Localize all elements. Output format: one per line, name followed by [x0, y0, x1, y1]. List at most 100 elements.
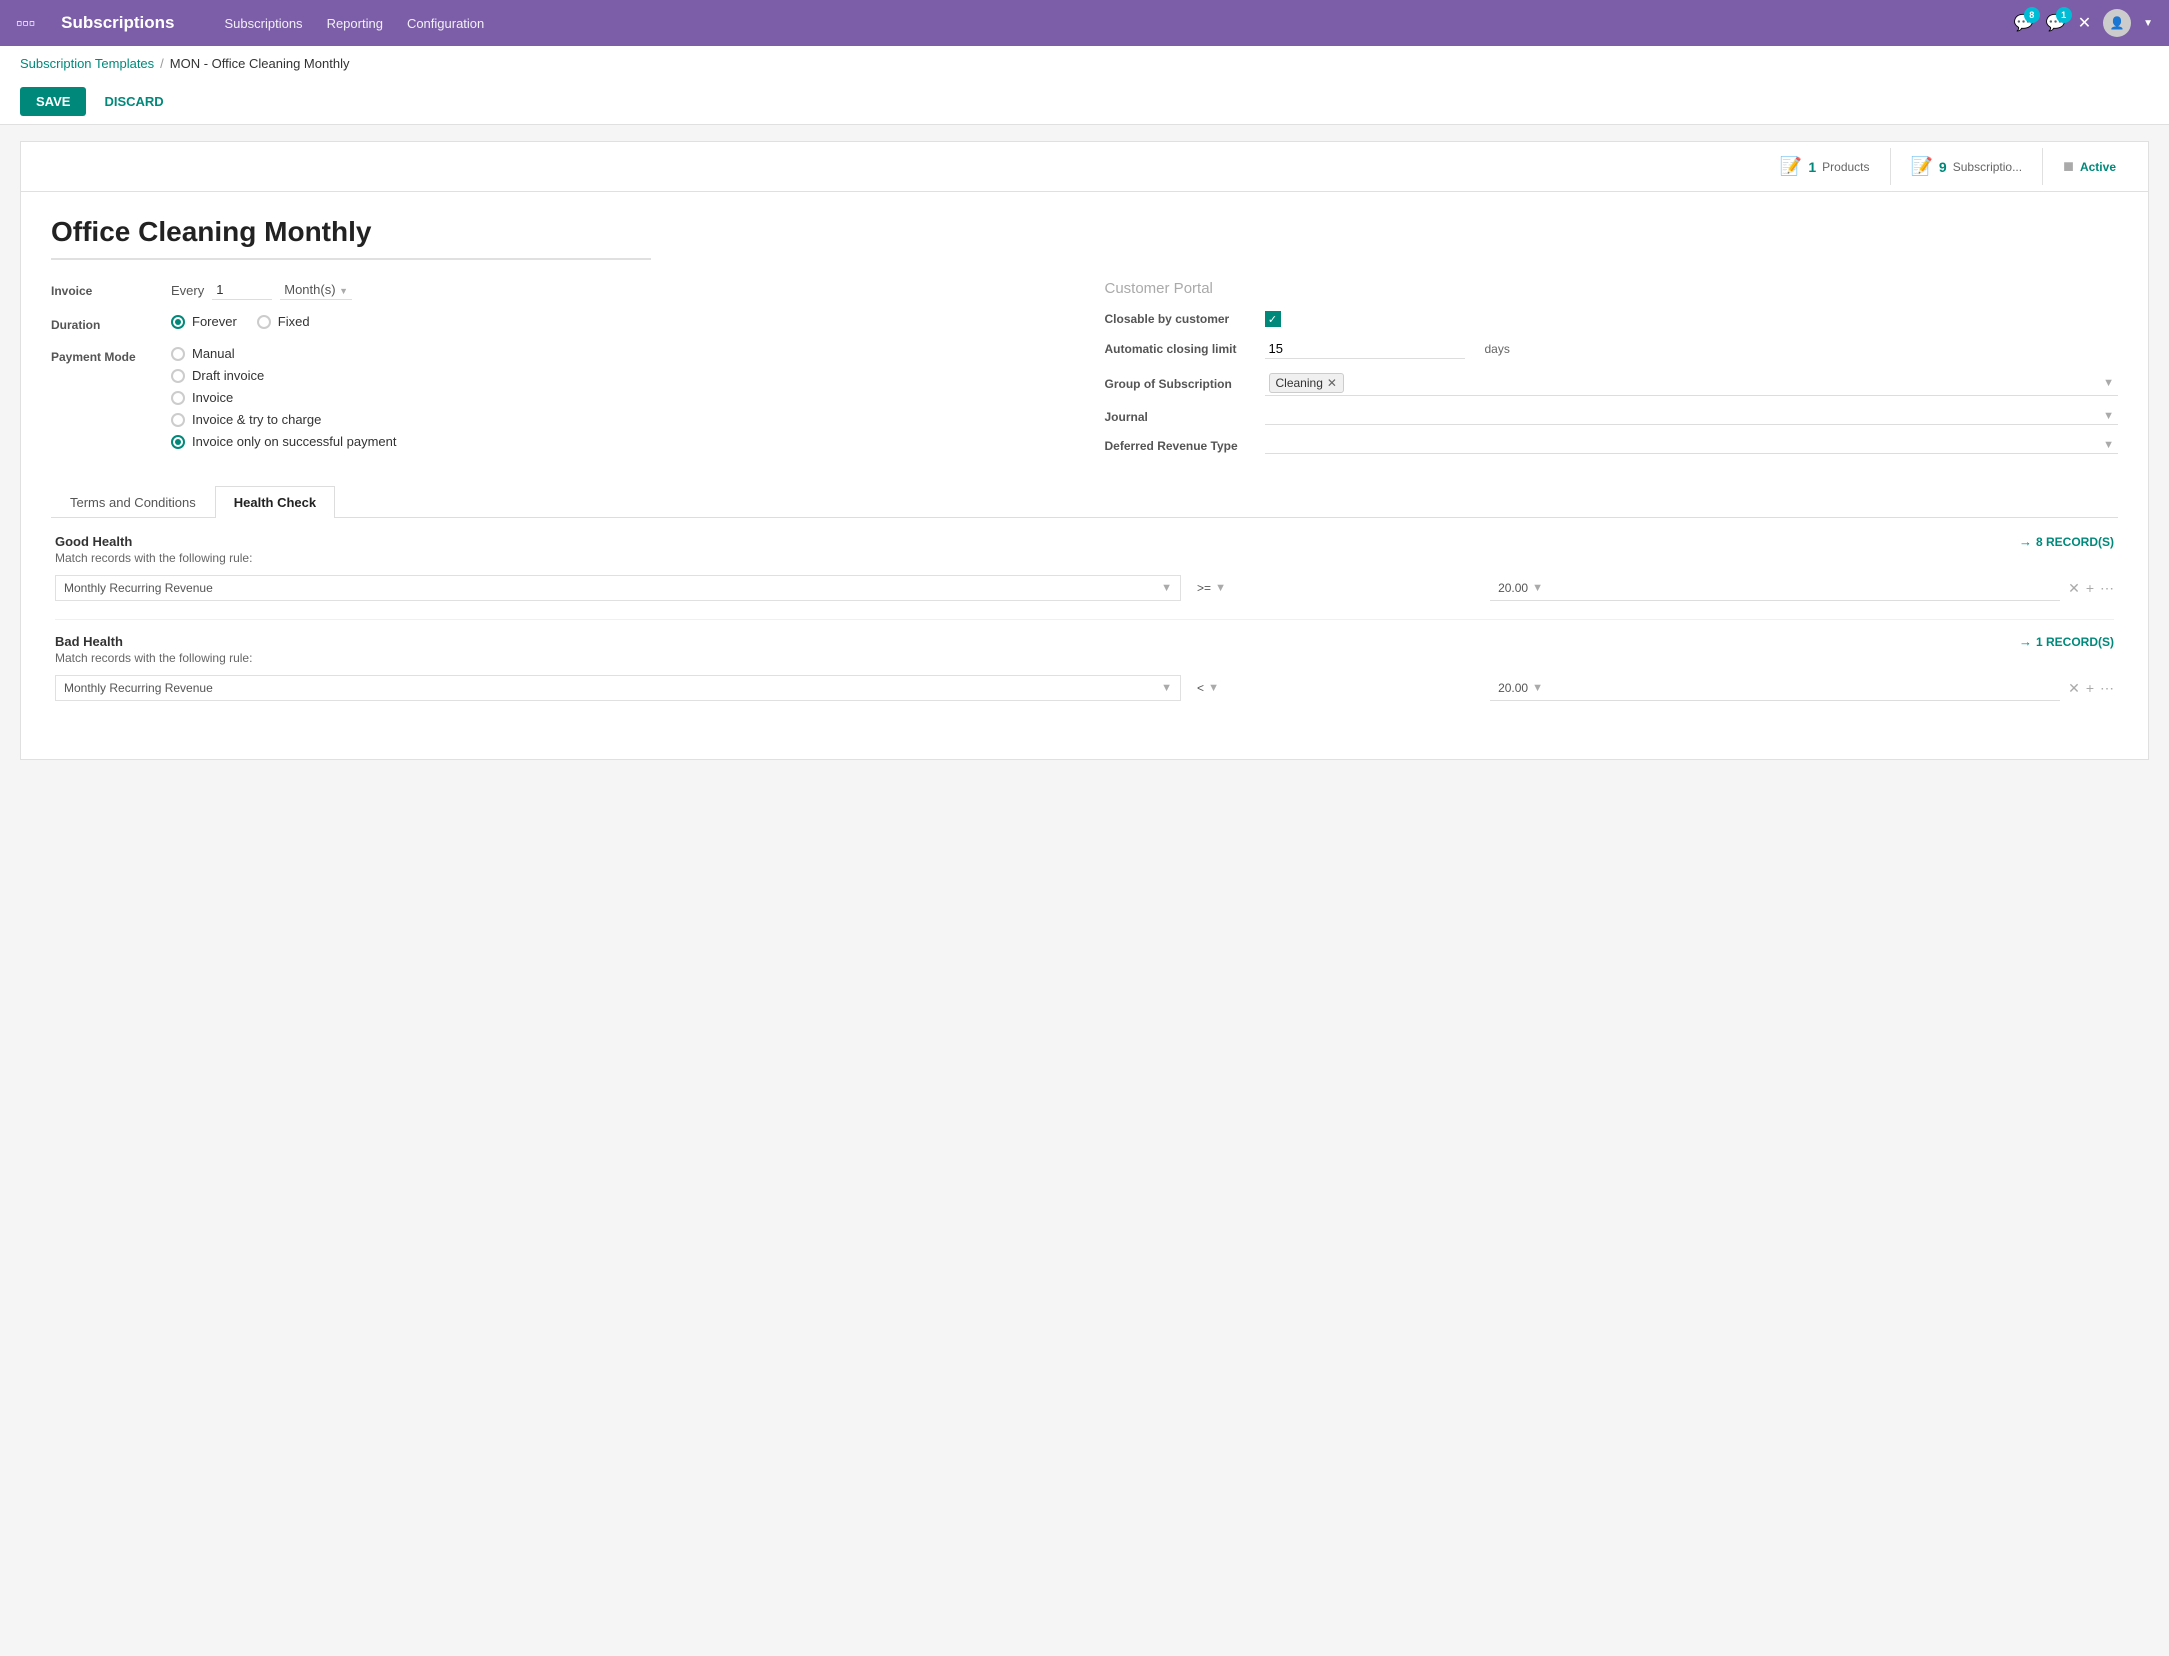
bad-health-section: Bad Health Match records with the follow… [55, 634, 2114, 701]
breadcrumb: Subscription Templates / MON - Office Cl… [20, 56, 2149, 71]
chat-badge: 1 [2056, 7, 2072, 23]
discard-button[interactable]: DISCARD [96, 87, 171, 116]
save-button[interactable]: SAVE [20, 87, 86, 116]
app-title: Subscriptions [61, 13, 174, 33]
good-rule-delete[interactable]: ✕ [2068, 580, 2080, 597]
action-bar: SAVE DISCARD [20, 79, 2149, 124]
good-rule-val[interactable]: 20.00 ▼ [1490, 576, 2060, 601]
bad-field-arrow[interactable]: ▼ [1161, 682, 1172, 694]
customer-portal-title: Customer Portal [1105, 280, 2119, 297]
payment-manual[interactable]: Manual [171, 346, 1065, 361]
closing-limit-input[interactable] [1265, 339, 1465, 359]
duration-fixed-label: Fixed [278, 314, 310, 329]
group-dropdown[interactable]: Cleaning ✕ ▼ [1265, 371, 2119, 396]
journal-dropdown[interactable]: ▼ [1265, 408, 2119, 425]
closing-limit-unit: days [1485, 342, 1510, 356]
breadcrumb-parent[interactable]: Subscription Templates [20, 56, 154, 71]
bad-rule-row: Monthly Recurring Revenue ▼ < ▼ 20.00 ▼ [55, 675, 2114, 701]
payment-manual-radio[interactable] [171, 347, 185, 361]
products-label: Products [1822, 160, 1869, 174]
closing-limit-label: Automatic closing limit [1105, 342, 1255, 356]
nav-reporting[interactable]: Reporting [327, 16, 383, 31]
invoice-field-row: Invoice Every 1 Month(s) ▼ [51, 280, 1065, 300]
journal-dropdown-arrow[interactable]: ▼ [2103, 410, 2114, 422]
bad-rule-val[interactable]: 20.00 ▼ [1490, 676, 2060, 701]
tab-health-check[interactable]: Health Check [215, 486, 335, 518]
duration-fixed-option[interactable]: Fixed [257, 314, 310, 329]
bad-op-arrow[interactable]: ▼ [1208, 682, 1219, 694]
tab-terms[interactable]: Terms and Conditions [51, 486, 215, 518]
main-content: 📝 1 Products 📝 9 Subscriptio... ■ Active… [0, 125, 2169, 776]
close-icon[interactable]: ✕ [2078, 13, 2091, 33]
group-label: Group of Subscription [1105, 377, 1255, 391]
bad-rule-field[interactable]: Monthly Recurring Revenue ▼ [55, 675, 1181, 701]
avatar[interactable]: 👤 [2103, 9, 2131, 37]
bad-health-records: → 1 RECORD(S) [2019, 634, 2114, 649]
active-stat-button[interactable]: ■ Active [2042, 148, 2136, 185]
messages-icon[interactable]: 💬 8 [2014, 13, 2034, 33]
payment-field-row: Payment Mode Manual Draft invoice [51, 346, 1065, 449]
duration-fixed-radio[interactable] [257, 315, 271, 329]
invoice-unit-dropdown[interactable]: Month(s) ▼ [280, 280, 352, 300]
good-field-arrow[interactable]: ▼ [1161, 582, 1172, 594]
payment-try-charge-radio[interactable] [171, 413, 185, 427]
payment-invoice[interactable]: Invoice [171, 390, 1065, 405]
good-health-records: → 8 RECORD(S) [2019, 534, 2114, 549]
payment-draft[interactable]: Draft invoice [171, 368, 1065, 383]
subscriptions-stat-button[interactable]: 📝 9 Subscriptio... [1890, 148, 2043, 185]
good-rule-more[interactable]: ⋯ [2100, 580, 2114, 597]
form-title[interactable]: Office Cleaning Monthly [51, 216, 651, 260]
bad-rule-op[interactable]: < ▼ [1189, 676, 1482, 700]
good-val-arrow[interactable]: ▼ [1532, 582, 1543, 594]
grid-icon[interactable]: ▫▫▫ [16, 13, 35, 34]
payment-try-charge[interactable]: Invoice & try to charge [171, 412, 1065, 427]
bad-records-link[interactable]: 1 RECORD(S) [2036, 635, 2114, 649]
invoice-num-input[interactable]: 1 [212, 280, 272, 300]
group-field: Group of Subscription Cleaning ✕ ▼ [1105, 371, 2119, 396]
closing-limit-value: days [1265, 339, 2119, 359]
nav-links: Subscriptions Reporting Configuration [225, 16, 1994, 31]
invoice-label: Invoice [51, 280, 161, 298]
payment-successful-radio[interactable] [171, 435, 185, 449]
deferred-dropdown[interactable]: ▼ [1265, 437, 2119, 454]
payment-options-group: Manual Draft invoice Invoice [171, 346, 1065, 449]
group-tag: Cleaning ✕ [1269, 373, 1344, 393]
payment-successful[interactable]: Invoice only on successful payment [171, 434, 1065, 449]
group-tag-remove[interactable]: ✕ [1327, 376, 1337, 390]
group-dropdown-arrow[interactable]: ▼ [2103, 377, 2114, 389]
closable-checkbox[interactable]: ✓ [1265, 311, 1281, 327]
duration-forever-option[interactable]: Forever [171, 314, 237, 329]
bad-rule-delete[interactable]: ✕ [2068, 680, 2080, 697]
messages-badge: 8 [2024, 7, 2040, 23]
deferred-label: Deferred Revenue Type [1105, 439, 1255, 453]
good-rule-field[interactable]: Monthly Recurring Revenue ▼ [55, 575, 1181, 601]
chat-icon[interactable]: 💬 1 [2046, 13, 2066, 33]
duration-forever-radio[interactable] [171, 315, 185, 329]
deferred-dropdown-arrow[interactable]: ▼ [2103, 439, 2114, 451]
group-value[interactable]: Cleaning ✕ ▼ [1265, 371, 2119, 396]
form-left: Invoice Every 1 Month(s) ▼ [51, 280, 1065, 466]
closing-limit-field: Automatic closing limit days [1105, 339, 2119, 359]
bad-val-arrow[interactable]: ▼ [1532, 682, 1543, 694]
duration-value: Forever Fixed [171, 314, 1065, 329]
good-rule-op[interactable]: >= ▼ [1189, 576, 1482, 600]
avatar-dropdown-icon[interactable]: ▼ [2143, 18, 2153, 29]
payment-invoice-radio[interactable] [171, 391, 185, 405]
nav-configuration[interactable]: Configuration [407, 16, 484, 31]
payment-draft-radio[interactable] [171, 369, 185, 383]
bad-rule-add[interactable]: + [2086, 680, 2094, 696]
invoice-row: Every 1 Month(s) ▼ [171, 280, 1065, 300]
breadcrumb-current: MON - Office Cleaning Monthly [170, 56, 350, 71]
good-records-link[interactable]: 8 RECORD(S) [2036, 535, 2114, 549]
payment-successful-label: Invoice only on successful payment [192, 434, 397, 449]
health-divider [55, 619, 2114, 620]
nav-subscriptions[interactable]: Subscriptions [225, 16, 303, 31]
good-health-sub: Match records with the following rule: [55, 551, 252, 565]
products-stat-button[interactable]: 📝 1 Products [1760, 148, 1890, 185]
active-label: Active [2080, 160, 2116, 174]
bad-rule-more[interactable]: ⋯ [2100, 680, 2114, 697]
good-rule-actions: ✕ + ⋯ [2068, 580, 2114, 597]
duration-options: Forever Fixed [171, 314, 1065, 329]
good-op-arrow[interactable]: ▼ [1215, 582, 1226, 594]
good-rule-add[interactable]: + [2086, 580, 2094, 596]
